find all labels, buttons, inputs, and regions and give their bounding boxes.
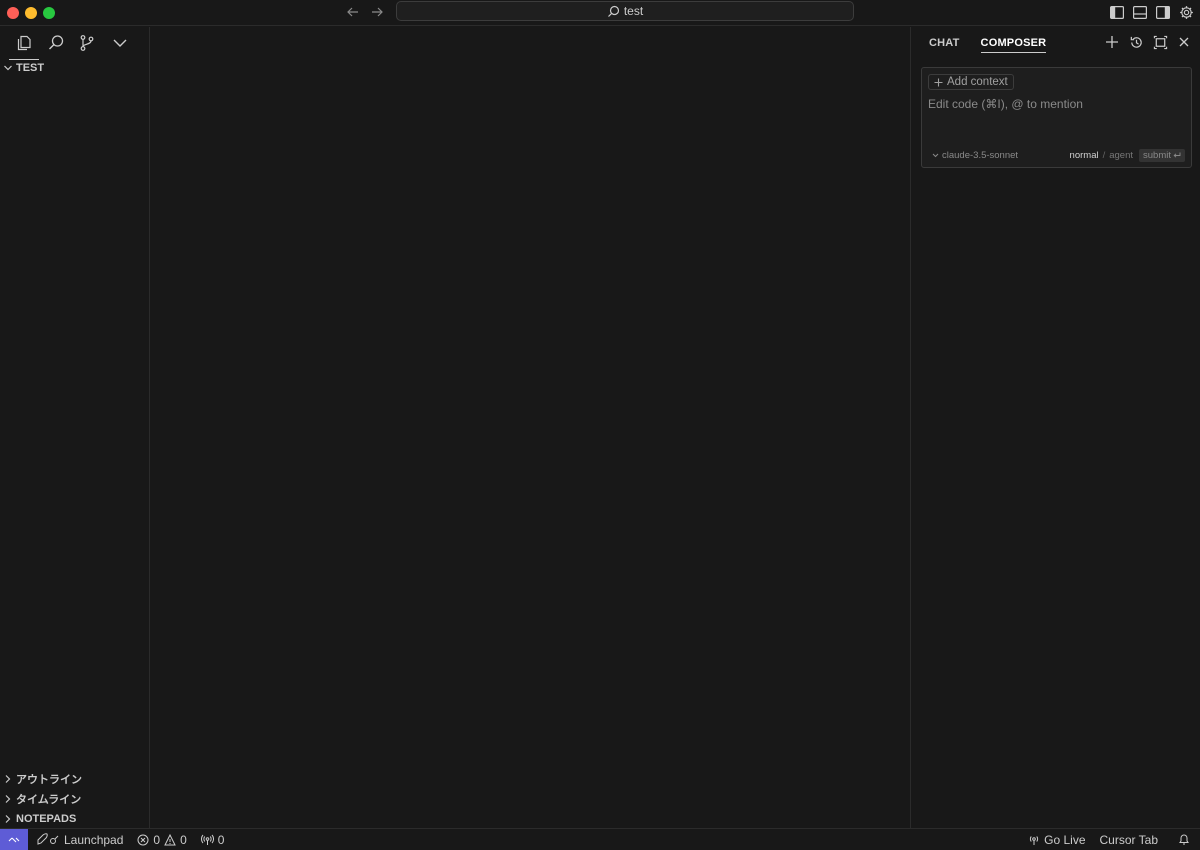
plus-icon[interactable]	[1104, 34, 1120, 50]
title-bar: test	[0, 0, 1200, 26]
warning-icon	[164, 833, 176, 846]
cursor-tab-status[interactable]: Cursor Tab	[1100, 833, 1158, 847]
mode-switcher: normal / agent submit	[1070, 149, 1185, 162]
maximize-icon[interactable]	[1152, 34, 1168, 50]
files-explorer-icon[interactable]	[9, 33, 39, 60]
error-icon	[137, 834, 149, 846]
chevron-right-icon	[3, 794, 13, 804]
explorer-folder-header[interactable]: TEST	[0, 59, 44, 77]
enter-icon	[1173, 152, 1181, 159]
toggle-panel-icon[interactable]	[1132, 3, 1148, 21]
add-context-label: Add context	[947, 76, 1008, 88]
activity-bar	[0, 27, 150, 60]
mode-normal-option[interactable]: normal	[1070, 150, 1099, 161]
chevron-down-icon	[932, 152, 939, 159]
toggle-primary-sidebar-icon[interactable]	[1109, 3, 1125, 21]
close-window-button[interactable]	[7, 7, 19, 19]
rocket-icon	[36, 833, 60, 846]
broadcast-icon	[1028, 834, 1040, 846]
chevron-right-icon	[3, 814, 13, 824]
search-text: test	[623, 4, 644, 18]
history-icon[interactable]	[1128, 34, 1144, 50]
error-count: 0	[153, 832, 161, 847]
forward-arrow-icon[interactable]	[368, 3, 386, 21]
submit-button[interactable]: submit	[1139, 149, 1185, 162]
composer-panel: CHAT COMPOSER Add context Edit code (⌘I)…	[910, 27, 1200, 828]
notepads-section-header[interactable]: NOTEPADS	[0, 810, 76, 828]
bell-icon	[1178, 833, 1190, 846]
chevron-down-icon[interactable]	[110, 33, 130, 53]
launchpad-label: Launchpad	[64, 832, 124, 847]
status-bar: Launchpad 0 0 0 Go Live Cursor Tab	[0, 828, 1200, 850]
close-icon[interactable]	[1176, 34, 1192, 50]
command-center-search[interactable]: test	[396, 1, 854, 21]
toggle-secondary-sidebar-icon[interactable]	[1155, 3, 1171, 21]
plus-icon	[934, 78, 943, 87]
cursor-tab-label: Cursor Tab	[1099, 832, 1158, 847]
editor-area[interactable]	[151, 27, 910, 828]
chevron-down-icon	[3, 63, 13, 73]
timeline-label: タイムライン	[16, 794, 82, 806]
notepads-label: NOTEPADS	[16, 813, 77, 825]
tab-composer[interactable]: COMPOSER	[980, 37, 1047, 53]
composer-input-placeholder[interactable]: Edit code (⌘I), @ to mention	[928, 97, 1083, 111]
model-name: claude-3.5-sonnet	[942, 150, 1019, 161]
submit-label: submit	[1143, 150, 1171, 161]
remote-icon	[8, 834, 20, 846]
tab-chat[interactable]: CHAT	[929, 37, 960, 53]
outline-section-header[interactable]: アウトライン	[0, 770, 82, 788]
mode-separator: /	[1102, 150, 1106, 161]
remote-indicator[interactable]	[0, 829, 28, 850]
zoom-window-button[interactable]	[43, 7, 55, 19]
gear-icon[interactable]	[1178, 3, 1194, 21]
add-context-button[interactable]: Add context	[928, 74, 1014, 90]
go-live-label: Go Live	[1044, 832, 1086, 847]
problems-status[interactable]: 0 0	[137, 832, 187, 847]
back-arrow-icon[interactable]	[344, 3, 362, 21]
minimize-window-button[interactable]	[25, 7, 37, 19]
primary-sidebar: TEST アウトライン タイムライン NOTEPADS	[0, 27, 150, 828]
chevron-right-icon	[3, 774, 13, 784]
folder-name: TEST	[16, 62, 45, 74]
search-icon	[607, 5, 620, 18]
ports-count: 0	[217, 832, 225, 847]
broadcast-icon	[200, 834, 214, 846]
mode-agent-option[interactable]: agent	[1109, 150, 1133, 161]
ports-status[interactable]: 0	[200, 832, 225, 847]
go-live-button[interactable]: Go Live	[1028, 832, 1086, 847]
model-selector[interactable]: claude-3.5-sonnet	[932, 150, 1018, 161]
source-control-icon[interactable]	[77, 33, 97, 53]
search-icon[interactable]	[46, 33, 66, 53]
timeline-section-header[interactable]: タイムライン	[0, 790, 81, 808]
warning-count: 0	[180, 832, 187, 847]
panel-tabs: CHAT COMPOSER	[929, 37, 1047, 53]
outline-label: アウトライン	[16, 774, 82, 786]
composer-input-box[interactable]: Add context Edit code (⌘I), @ to mention…	[921, 67, 1192, 168]
launchpad-status[interactable]: Launchpad	[36, 833, 123, 847]
notifications-bell[interactable]	[1178, 833, 1190, 846]
